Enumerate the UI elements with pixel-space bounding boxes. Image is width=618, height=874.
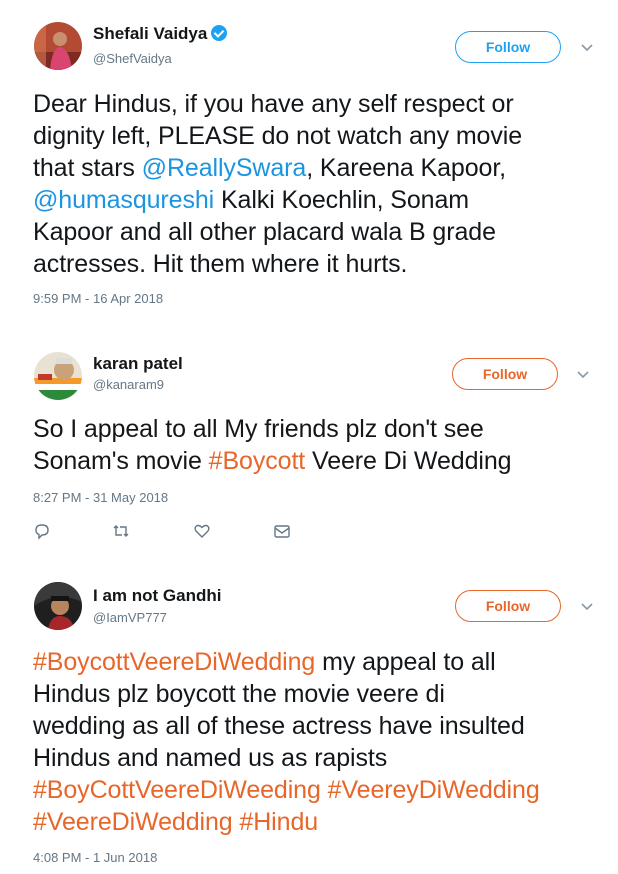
display-name[interactable]: I am not Gandhi: [93, 586, 221, 606]
chevron-down-icon[interactable]: [580, 43, 594, 53]
tweet-timestamp[interactable]: 4:08 PM - 1 Jun 2018: [33, 850, 157, 865]
follow-button[interactable]: Follow: [452, 358, 558, 390]
reply-icon[interactable]: [33, 522, 51, 540]
message-icon[interactable]: [273, 522, 291, 540]
like-icon[interactable]: [193, 522, 211, 540]
tweet-timestamp[interactable]: 8:27 PM - 31 May 2018: [33, 490, 168, 505]
chevron-down-icon[interactable]: [576, 370, 590, 380]
hashtag-link[interactable]: #BoyCottVeereDiWeeding: [33, 776, 321, 804]
hashtag-link[interactable]: #BoycottVeereDiWedding: [33, 648, 315, 676]
verified-badge-icon: [211, 25, 228, 41]
hashtag-link[interactable]: #Hindu: [239, 808, 318, 836]
user-handle[interactable]: @IamVP777: [93, 610, 167, 625]
hashtag-link[interactable]: #VeereyDiWedding: [328, 776, 540, 804]
tweet-1: Shefali Vaidya @ShefVaidya Follow Dear H…: [0, 0, 618, 320]
user-handle[interactable]: @ShefVaidya: [93, 51, 172, 66]
mention-link[interactable]: @ReallySwara: [142, 154, 307, 182]
display-name[interactable]: karan patel: [93, 354, 183, 374]
tweet-2: karan patel @kanaram9 Follow So I appeal…: [0, 320, 618, 570]
tweet-3: I am not Gandhi @IamVP777 Follow #Boycot…: [0, 570, 618, 874]
avatar[interactable]: [34, 22, 82, 70]
follow-button[interactable]: Follow: [455, 590, 561, 622]
follow-button[interactable]: Follow: [455, 31, 561, 63]
display-name[interactable]: Shefali Vaidya: [93, 24, 228, 44]
hashtag-link[interactable]: #Boycott: [209, 447, 306, 475]
user-handle[interactable]: @kanaram9: [93, 377, 164, 392]
avatar[interactable]: [34, 352, 82, 400]
hashtag-link[interactable]: #VeereDiWedding: [33, 808, 233, 836]
avatar[interactable]: [34, 582, 82, 630]
retweet-icon[interactable]: [112, 522, 130, 540]
chevron-down-icon[interactable]: [580, 602, 594, 612]
mention-link[interactable]: @humasqureshi: [33, 186, 214, 214]
tweet-timestamp[interactable]: 9:59 PM - 16 Apr 2018: [33, 291, 163, 306]
